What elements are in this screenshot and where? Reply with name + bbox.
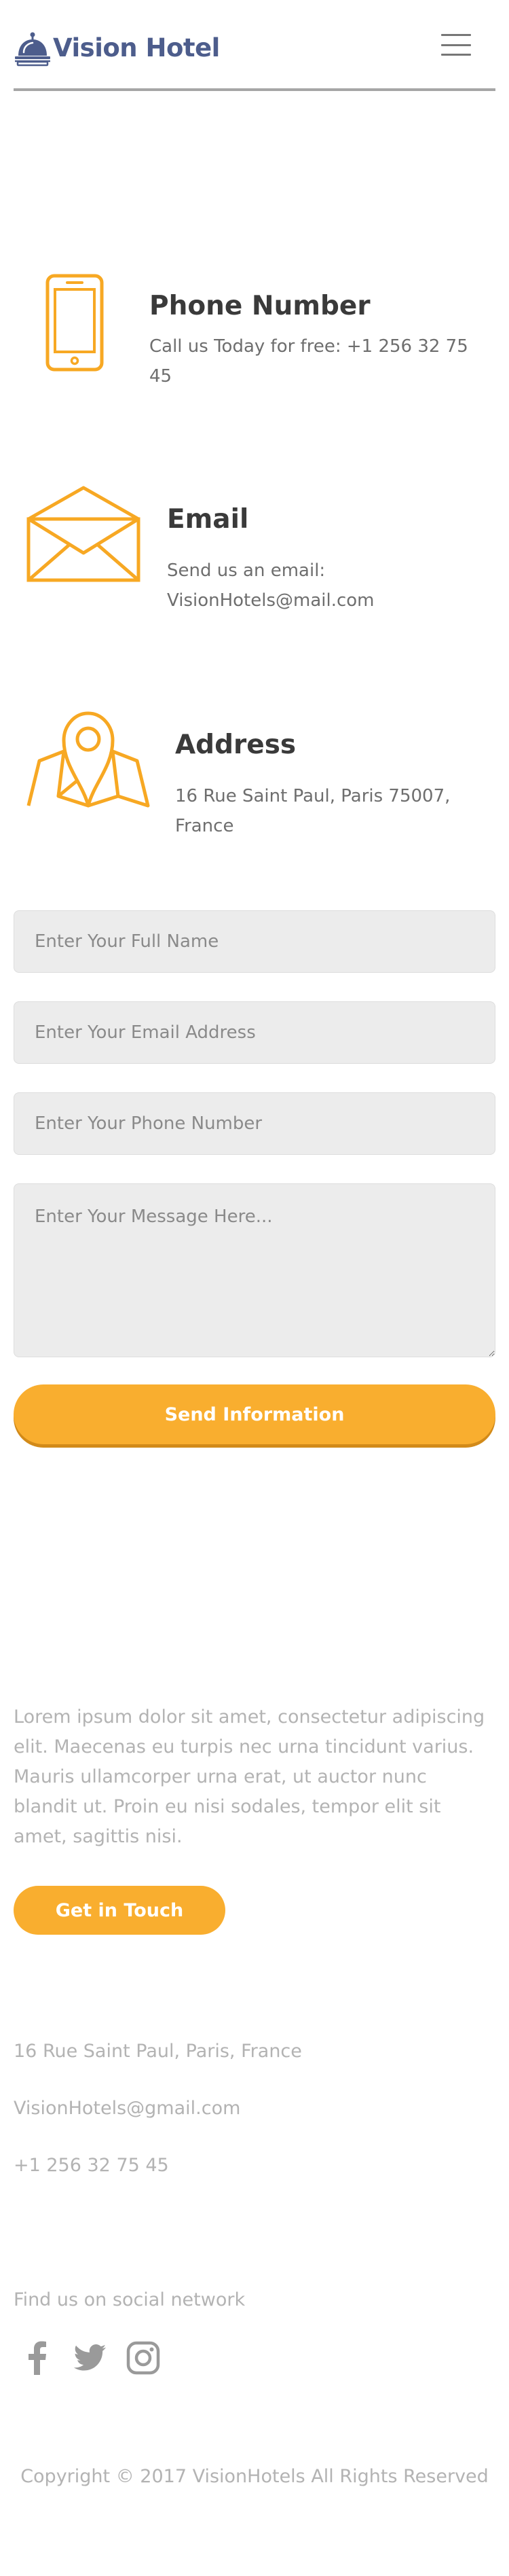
logo[interactable]: Vision Hotel	[14, 27, 220, 68]
facebook-icon[interactable]	[20, 2341, 54, 2375]
map-pin-icon	[26, 711, 150, 808]
email-input[interactable]	[14, 1001, 495, 1064]
instagram-icon[interactable]	[126, 2341, 160, 2375]
footer-email[interactable]: VisionHotels@gmail.com	[14, 2098, 240, 2119]
get-in-touch-button[interactable]: Get in Touch	[14, 1886, 225, 1935]
copyright-text: Copyright © 2017 VisionHotels All Rights…	[20, 2466, 489, 2487]
hamburger-menu-icon[interactable]	[441, 34, 471, 56]
footer-phone[interactable]: +1 256 32 75 45	[14, 2155, 169, 2176]
service-bell-icon	[15, 32, 50, 67]
phone-title: Phone Number	[149, 291, 371, 321]
email-text: Send us an email: VisionHotels@mail.com	[167, 560, 375, 611]
logo-text: Vision Hotel	[53, 33, 220, 62]
address-title: Address	[175, 730, 297, 760]
social-heading: Find us on social network	[14, 2289, 246, 2310]
message-textarea[interactable]	[14, 1183, 495, 1357]
twitter-icon[interactable]	[73, 2341, 107, 2375]
send-information-button[interactable]: Send Information	[14, 1384, 495, 1444]
footer-address: 16 Rue Saint Paul, Paris, France	[14, 2041, 302, 2062]
phone-text: Call us Today for free: +1 256 32 75 45	[149, 336, 468, 387]
phone-input[interactable]	[14, 1092, 495, 1155]
smartphone-icon	[45, 274, 104, 372]
full-name-input[interactable]	[14, 910, 495, 973]
email-title: Email	[167, 504, 249, 535]
site-header: Vision Hotel	[14, 0, 495, 91]
footer-about-text: Lorem ipsum dolor sit amet, consectetur …	[14, 1706, 485, 1847]
address-text: 16 Rue Saint Paul, Paris 75007, France	[175, 786, 451, 836]
envelope-icon	[26, 486, 140, 582]
